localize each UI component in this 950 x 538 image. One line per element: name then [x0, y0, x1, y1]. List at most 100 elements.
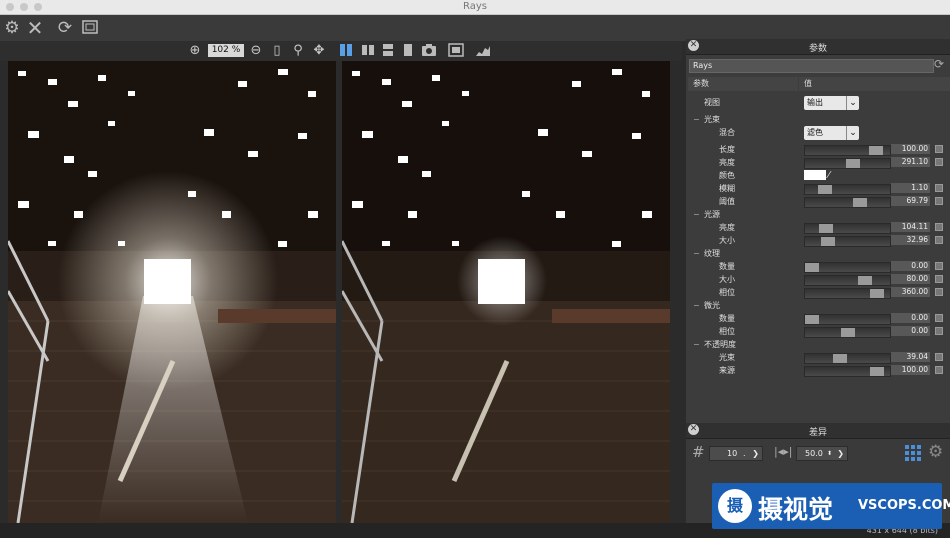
- slider-thumb[interactable]: [833, 354, 847, 363]
- reset-icon[interactable]: ⟳: [934, 57, 948, 71]
- param-value-field[interactable]: 0.00: [891, 313, 930, 323]
- param-slider[interactable]: [804, 262, 891, 273]
- camera-icon[interactable]: [421, 43, 437, 59]
- collapse-toggle-icon[interactable]: −: [693, 247, 700, 260]
- grid-dots-icon[interactable]: [905, 445, 921, 461]
- slider-thumb[interactable]: [818, 185, 832, 194]
- keyframe-checkbox[interactable]: [935, 366, 943, 374]
- param-value-field[interactable]: 104.11: [891, 222, 930, 232]
- histogram-icon[interactable]: [475, 43, 491, 59]
- keyframe-checkbox[interactable]: [935, 184, 943, 192]
- eyedropper-icon[interactable]: ⁄: [828, 169, 830, 182]
- zoom-out-icon[interactable]: ⊖: [248, 43, 264, 59]
- collapse-toggle-icon[interactable]: −: [693, 208, 700, 221]
- preview-image-processed[interactable]: [8, 61, 336, 523]
- slider-thumb[interactable]: [821, 237, 835, 246]
- slider-thumb[interactable]: [805, 263, 819, 272]
- threshold-field[interactable]: 50.0 ⬍ ❯: [796, 446, 848, 461]
- slider-thumb[interactable]: [858, 276, 872, 285]
- param-label: 不透明度: [704, 340, 736, 349]
- collapse-toggle-icon[interactable]: −: [693, 299, 700, 312]
- keyframe-checkbox[interactable]: [935, 223, 943, 231]
- zoom-in-icon[interactable]: ⊕: [187, 43, 203, 59]
- zoom-level-field[interactable]: 102 %: [208, 44, 244, 57]
- column-header-param: 参数: [688, 77, 798, 91]
- param-slider[interactable]: [804, 366, 891, 377]
- param-slider[interactable]: [804, 327, 891, 338]
- param-value-field[interactable]: 32.96: [891, 235, 930, 245]
- keyframe-checkbox[interactable]: [935, 158, 943, 166]
- slider-thumb[interactable]: [869, 146, 883, 155]
- param-value-field[interactable]: 39.04: [891, 352, 930, 362]
- compare-icon[interactable]: [448, 43, 464, 59]
- param-value-field[interactable]: 100.00: [891, 365, 930, 375]
- param-dropdown[interactable]: 输出 ⌄: [804, 96, 859, 110]
- collapse-toggle-icon[interactable]: −: [693, 338, 700, 351]
- slider-thumb[interactable]: [846, 159, 860, 168]
- keyframe-checkbox[interactable]: [935, 145, 943, 153]
- count-stepper-icon[interactable]: ❯: [752, 447, 759, 460]
- keyframe-checkbox[interactable]: [935, 236, 943, 244]
- param-slider[interactable]: [804, 158, 891, 169]
- collapse-toggle-icon[interactable]: −: [693, 113, 700, 126]
- param-slider[interactable]: [804, 353, 891, 364]
- keyframe-checkbox[interactable]: [935, 197, 943, 205]
- single-view-icon[interactable]: [400, 43, 416, 59]
- param-value-field[interactable]: 0.00: [891, 326, 930, 336]
- fit-icon[interactable]: ▯: [269, 43, 285, 59]
- stacked-view-icon[interactable]: [380, 43, 396, 59]
- threshold-spinner-icon[interactable]: ⬍: [827, 447, 832, 460]
- keyframe-checkbox[interactable]: [935, 288, 943, 296]
- param-value-field[interactable]: 0.00: [891, 261, 930, 271]
- slider-thumb[interactable]: [870, 367, 884, 376]
- param-value-field[interactable]: 360.00: [891, 287, 930, 297]
- preview-image-original[interactable]: [342, 61, 670, 523]
- param-row: 阈值 69.79: [686, 195, 950, 208]
- param-value-field[interactable]: 100.00: [891, 144, 930, 154]
- keyframe-checkbox[interactable]: [935, 327, 943, 335]
- keyframe-checkbox[interactable]: [935, 275, 943, 283]
- param-label: 数量: [719, 262, 735, 271]
- param-slider[interactable]: [804, 197, 891, 208]
- threshold-stepper-icon[interactable]: ❯: [837, 447, 844, 460]
- split-view-icon[interactable]: [338, 43, 354, 59]
- slider-thumb[interactable]: [805, 315, 819, 324]
- color-swatch[interactable]: [804, 170, 826, 180]
- param-dropdown[interactable]: 滤色 ⌄: [804, 126, 859, 140]
- magnifier-icon[interactable]: ⚲: [290, 43, 306, 59]
- keyframe-checkbox[interactable]: [935, 353, 943, 361]
- keyframe-checkbox[interactable]: [935, 262, 943, 270]
- gear-icon[interactable]: ⚙: [928, 442, 943, 462]
- param-slider[interactable]: [804, 184, 891, 195]
- param-slider[interactable]: [804, 288, 891, 299]
- move-icon[interactable]: ✥: [311, 43, 327, 59]
- param-value-field[interactable]: 69.79: [891, 196, 930, 206]
- param-slider[interactable]: [804, 275, 891, 286]
- count-field[interactable]: 10 . ❯: [709, 446, 763, 461]
- preset-field[interactable]: Rays: [689, 59, 934, 73]
- param-value-field[interactable]: 1.10: [891, 183, 930, 193]
- param-row: 视图 输出 ⌄: [686, 96, 950, 112]
- gear-icon[interactable]: ⚙: [2, 18, 22, 38]
- side-by-side-icon[interactable]: [360, 43, 376, 59]
- param-value-field[interactable]: 80.00: [891, 274, 930, 284]
- slider-thumb[interactable]: [870, 289, 884, 298]
- param-slider[interactable]: [804, 145, 891, 156]
- slider-thumb[interactable]: [819, 224, 833, 233]
- param-row: 模糊 1.10: [686, 182, 950, 195]
- param-slider[interactable]: [804, 314, 891, 325]
- param-row: 相位 0.00: [686, 325, 950, 338]
- param-slider[interactable]: [804, 223, 891, 234]
- param-row: − 不透明度: [686, 338, 950, 351]
- refresh-icon[interactable]: ⟳: [55, 18, 75, 38]
- chevron-down-icon: ⌄: [846, 126, 859, 140]
- close-icon[interactable]: ✕: [25, 18, 45, 38]
- param-value-field[interactable]: 291.10: [891, 157, 930, 167]
- slider-thumb[interactable]: [841, 328, 855, 337]
- param-label: 来源: [719, 366, 735, 375]
- keyframe-checkbox[interactable]: [935, 314, 943, 322]
- window-titlebar: Rays: [0, 0, 950, 15]
- crop-icon[interactable]: [80, 18, 100, 38]
- slider-thumb[interactable]: [853, 198, 867, 207]
- param-slider[interactable]: [804, 236, 891, 247]
